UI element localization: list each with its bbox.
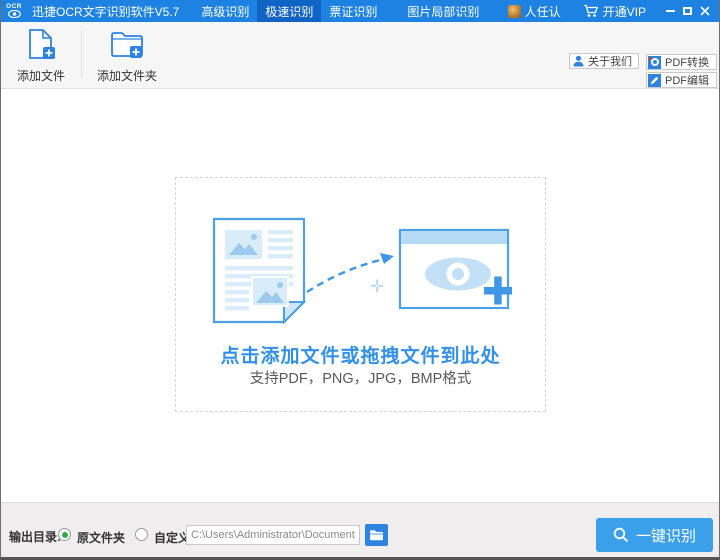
output-path-input[interactable] (186, 525, 360, 545)
minimize-button[interactable] (662, 3, 679, 19)
radio-original-folder[interactable] (58, 528, 71, 541)
app-window: OCR 迅捷OCR文字识别软件V5.7 高级识别 极速识别 票证识别 图片局部识… (0, 0, 720, 560)
pdf-convert-button[interactable]: PDF转换 (646, 54, 717, 70)
title-bar: OCR 迅捷OCR文字识别软件V5.7 高级识别 极速识别 票证识别 图片局部识… (1, 0, 719, 22)
viewer-window-illustration-icon (398, 228, 514, 312)
maximize-button[interactable] (679, 3, 696, 19)
open-vip-link[interactable]: 开通VIP (583, 3, 646, 20)
pdf-edit-button[interactable]: PDF编辑 (646, 72, 717, 88)
pdf-edit-icon (648, 74, 661, 87)
customer-service-link[interactable]: 人任认 (525, 3, 561, 20)
pdf-convert-icon (648, 56, 661, 69)
radio-custom[interactable] (135, 528, 148, 541)
file-drop-zone[interactable]: ✛ 点击添加文件或拖拽文件到此处 支持PDF，PNG，JPG，BMP格式 (175, 177, 546, 412)
one-click-recognize-label: 一键识别 (636, 525, 696, 546)
close-button[interactable] (696, 3, 713, 19)
dropzone-heading: 点击添加文件或拖拽文件到此处 (176, 341, 545, 368)
person-icon (573, 55, 584, 67)
close-icon (700, 6, 710, 16)
radio-custom-label[interactable]: 自定义 (154, 529, 190, 546)
move-cross-icon: ✛ (370, 278, 384, 295)
tab-partial-image-recognition[interactable]: 图片局部识别 (399, 0, 487, 22)
dropzone-supported-formats: 支持PDF，PNG，JPG，BMP格式 (176, 367, 545, 388)
about-us-label: 关于我们 (588, 53, 632, 69)
toolbar: 添加文件 添加文件夹 关于我们 PDF转换 (1, 22, 719, 89)
toolbar-divider (81, 31, 82, 77)
eye-icon (8, 10, 21, 18)
add-file-label: 添加文件 (9, 67, 73, 84)
window-title: 迅捷OCR文字识别软件V5.7 (32, 3, 179, 20)
tab-fast-recognition[interactable]: 极速识别 (257, 0, 321, 22)
bottom-bar: 输出目录: 原文件夹 自定义 一键识别 (1, 502, 719, 557)
radio-original-folder-label[interactable]: 原文件夹 (77, 529, 125, 546)
customer-service-avatar (508, 5, 521, 18)
browse-folder-button[interactable] (365, 524, 388, 546)
add-folder-label: 添加文件夹 (89, 67, 165, 84)
tab-advanced-recognition[interactable]: 高级识别 (193, 0, 257, 22)
add-file-icon (26, 28, 56, 61)
output-dir-label: 输出目录: (9, 528, 61, 545)
one-click-recognize-button[interactable]: 一键识别 (596, 518, 713, 552)
add-file-button[interactable]: 添加文件 (9, 28, 73, 84)
cart-icon (583, 4, 599, 18)
pdf-convert-label: PDF转换 (665, 54, 709, 70)
pdf-edit-label: PDF编辑 (665, 72, 709, 88)
titlebar-right: 人任认 开通VIP (508, 3, 719, 20)
about-us-button[interactable]: 关于我们 (569, 53, 639, 69)
add-folder-icon (110, 28, 144, 61)
document-illustration-icon (212, 217, 306, 324)
folder-icon (369, 529, 384, 541)
open-vip-label: 开通VIP (603, 3, 646, 20)
tab-ticket-recognition[interactable]: 票证识别 (321, 0, 385, 22)
main-tabs: 高级识别 极速识别 票证识别 图片局部识别 (193, 0, 487, 22)
magnifier-icon (613, 527, 629, 543)
main-area: ✛ 点击添加文件或拖拽文件到此处 支持PDF，PNG，JPG，BMP格式 (1, 89, 719, 501)
window-controls (662, 3, 713, 19)
app-logo-icon: OCR (1, 0, 27, 22)
add-folder-button[interactable]: 添加文件夹 (89, 28, 165, 84)
